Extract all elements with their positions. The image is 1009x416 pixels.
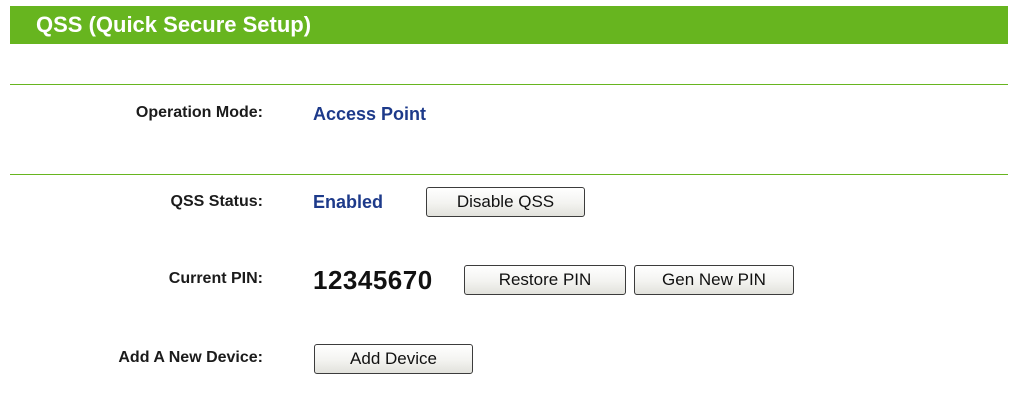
- page-header: QSS (Quick Secure Setup): [10, 6, 1008, 44]
- page-title: QSS (Quick Secure Setup): [36, 12, 312, 37]
- disable-qss-button[interactable]: Disable QSS: [426, 187, 585, 217]
- add-device-button[interactable]: Add Device: [314, 344, 473, 374]
- current-pin-label: Current PIN:: [168, 270, 263, 287]
- section-divider: [10, 84, 1008, 85]
- restore-pin-button[interactable]: Restore PIN: [464, 265, 626, 295]
- section-divider: [10, 174, 1008, 175]
- operation-mode-value: Access Point: [313, 104, 427, 124]
- current-pin-value: 12345670: [313, 265, 433, 295]
- gen-new-pin-button[interactable]: Gen New PIN: [634, 265, 794, 295]
- qss-status-label: QSS Status:: [170, 193, 263, 210]
- qss-status-value: Enabled: [313, 192, 384, 212]
- add-device-label: Add A New Device:: [118, 349, 263, 366]
- operation-mode-label: Operation Mode:: [135, 104, 263, 121]
